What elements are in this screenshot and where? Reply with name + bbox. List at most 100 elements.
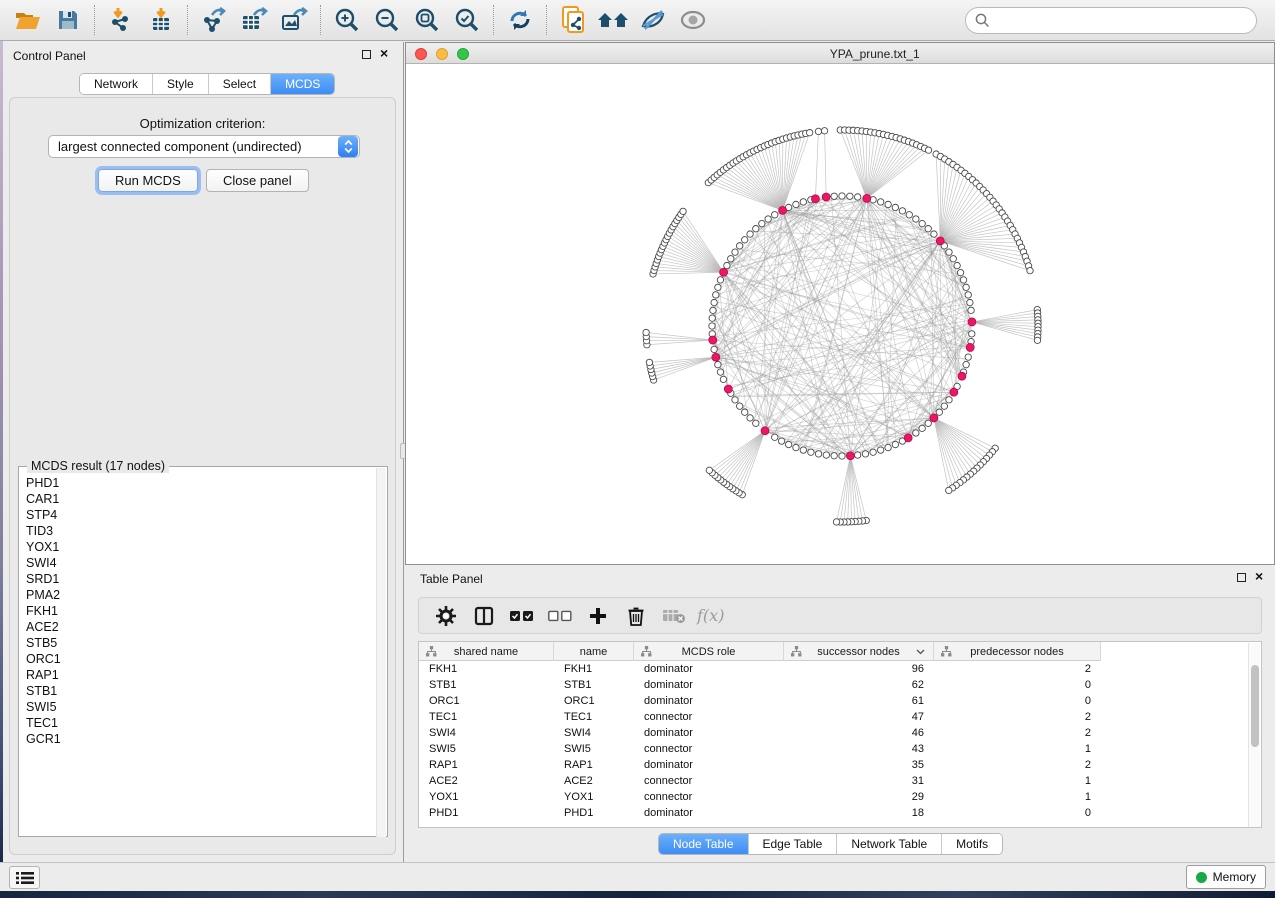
mcds-result-scrollbar[interactable] (376, 468, 386, 837)
table-cell: 2 (936, 711, 1091, 723)
zoom-in-button[interactable] (327, 2, 367, 38)
tab-node-table[interactable]: Node Table (659, 834, 749, 854)
column-visibility-icon[interactable] (469, 601, 499, 631)
tab-edge-table[interactable]: Edge Table (749, 834, 838, 854)
mcds-result-item[interactable]: PHD1 (26, 475, 387, 491)
zoom-fit-button[interactable] (407, 2, 447, 38)
export-image-button[interactable] (274, 2, 314, 38)
close-panel-icon[interactable]: × (380, 45, 388, 61)
table-cell: PHD1 (429, 807, 549, 819)
column-header-successor-nodes[interactable]: successor nodes (784, 642, 934, 661)
run-mcds-button[interactable]: Run MCDS (98, 169, 198, 192)
network-graph[interactable] (407, 65, 1275, 565)
table-row[interactable]: PHD1PHD1dominator180 (419, 806, 1249, 822)
table-cell: 47 (786, 711, 924, 723)
table-scrollbar[interactable] (1248, 643, 1260, 827)
table-row[interactable]: FKH1FKH1dominator962 (419, 662, 1249, 678)
sort-chevron-icon (916, 649, 925, 655)
window-minimize-icon[interactable] (436, 48, 448, 60)
mcds-result-item[interactable]: RAP1 (26, 667, 387, 683)
table-cell: 0 (936, 695, 1091, 707)
control-panel: Control Panel × Network Style Select MCD… (3, 42, 404, 862)
search-input[interactable] (965, 7, 1257, 34)
import-table-button[interactable] (141, 2, 181, 38)
mcds-result-item[interactable]: ORC1 (26, 651, 387, 667)
tab-network-table[interactable]: Network Table (837, 834, 942, 854)
show-all-button[interactable] (673, 2, 713, 38)
close-panel-button[interactable]: Close panel (206, 169, 309, 192)
memory-button[interactable]: Memory (1186, 865, 1266, 889)
mcds-result-item[interactable]: TEC1 (26, 715, 387, 731)
import-network-button[interactable] (101, 2, 141, 38)
mcds-result-item[interactable]: FKH1 (26, 603, 387, 619)
table-settings-gear-icon[interactable] (431, 601, 461, 631)
mcds-result-item[interactable]: SWI5 (26, 699, 387, 715)
mcds-result-item[interactable]: TID3 (26, 523, 387, 539)
zoom-selected-button[interactable] (447, 2, 487, 38)
table-cell: 0 (936, 807, 1091, 819)
status-bar: Memory (0, 862, 1275, 891)
mcds-result-item[interactable]: SRD1 (26, 571, 387, 587)
float-panel-icon[interactable] (362, 50, 371, 59)
delete-column-icon[interactable] (621, 601, 651, 631)
column-header-name[interactable]: name (554, 642, 634, 661)
mcds-result-item[interactable]: GCR1 (26, 731, 387, 747)
desktop-wallpaper-bottom (0, 891, 1275, 898)
column-header-predecessor-nodes[interactable]: predecessor nodes (934, 642, 1101, 661)
table-row[interactable]: TEC1TEC1connector472 (419, 710, 1249, 726)
mcds-result-item[interactable]: YOX1 (26, 539, 387, 555)
mcds-result-item[interactable]: SWI4 (26, 555, 387, 571)
deselect-all-rows-icon[interactable] (545, 601, 575, 631)
memory-status-icon (1196, 872, 1207, 883)
toolbar-separator (493, 5, 494, 35)
table-row[interactable]: ACE2ACE2connector311 (419, 774, 1249, 790)
save-session-button[interactable] (48, 2, 88, 38)
memory-label: Memory (1213, 870, 1256, 884)
criterion-dropdown[interactable]: largest connected component (undirected) (48, 135, 360, 158)
table-row[interactable]: RAP1RAP1dominator352 (419, 758, 1249, 774)
zoom-out-button[interactable] (367, 2, 407, 38)
table-cell: STB1 (429, 679, 549, 691)
table-cell: FKH1 (429, 663, 549, 675)
export-table-button[interactable] (234, 2, 274, 38)
table-row[interactable]: SWI5SWI5connector431 (419, 742, 1249, 758)
first-neighbors-button[interactable] (593, 2, 633, 38)
table-cell: YOX1 (429, 791, 549, 803)
mcds-result-item[interactable]: STB1 (26, 683, 387, 699)
mcds-result-item[interactable]: STB5 (26, 635, 387, 651)
mcds-result-item[interactable]: CAR1 (26, 491, 387, 507)
tab-mcds[interactable]: MCDS (271, 74, 334, 94)
toolbar-separator (187, 5, 188, 35)
table-cell: dominator (644, 727, 779, 739)
table-cell: dominator (644, 807, 779, 819)
node-table: shared name name MCDS role successor nod… (418, 641, 1262, 828)
task-history-button[interactable] (9, 866, 40, 889)
table-row[interactable]: YOX1YOX1connector291 (419, 790, 1249, 806)
table-row[interactable]: SWI4SWI4dominator462 (419, 726, 1249, 742)
tab-network[interactable]: Network (80, 74, 153, 94)
table-panel: Table Panel × f(x) shared name name MCDS… (405, 565, 1275, 862)
window-close-icon[interactable] (415, 48, 427, 60)
window-zoom-icon[interactable] (457, 48, 469, 60)
tab-select[interactable]: Select (209, 74, 271, 94)
mcds-result-item[interactable]: ACE2 (26, 619, 387, 635)
clone-network-button[interactable] (553, 2, 593, 38)
tab-motifs[interactable]: Motifs (942, 834, 1002, 854)
table-scrollbar-thumb[interactable] (1251, 665, 1259, 747)
mcds-result-item[interactable]: PMA2 (26, 587, 387, 603)
add-column-icon[interactable] (583, 601, 613, 631)
open-file-button[interactable] (8, 2, 48, 38)
table-float-icon[interactable] (1237, 573, 1246, 582)
column-header-shared-name[interactable]: shared name (419, 642, 554, 661)
table-close-icon[interactable]: × (1255, 568, 1263, 584)
tab-style[interactable]: Style (153, 74, 209, 94)
export-network-button[interactable] (194, 2, 234, 38)
column-header-mcds-role[interactable]: MCDS role (634, 642, 784, 661)
hide-selected-button[interactable] (633, 2, 673, 38)
refresh-button[interactable] (500, 2, 540, 38)
table-row[interactable]: ORC1ORC1dominator610 (419, 694, 1249, 710)
mcds-result-item[interactable]: STP4 (26, 507, 387, 523)
network-window-titlebar[interactable]: YPA_prune.txt_1 (406, 43, 1274, 64)
select-all-rows-icon[interactable] (507, 601, 537, 631)
table-row[interactable]: STB1STB1dominator620 (419, 678, 1249, 694)
